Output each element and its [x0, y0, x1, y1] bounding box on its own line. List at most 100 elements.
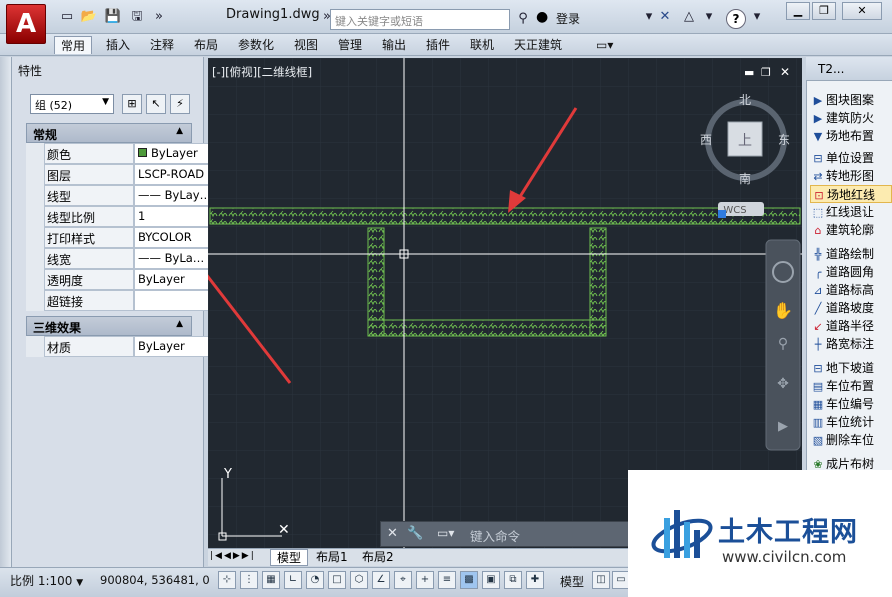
open-file-icon[interactable]: 📂	[80, 8, 98, 26]
tool-item-building-outline[interactable]: ⌂ 建筑轮廓	[810, 221, 892, 239]
minimize-button[interactable]: ▁	[786, 2, 810, 20]
prop-value[interactable]: —— ByLay…	[134, 185, 218, 206]
prop-row-transparency[interactable]: 透明度 ByLayer	[26, 269, 218, 290]
selection-cycling-icon[interactable]: ⧉	[504, 571, 522, 589]
quick-view-layouts-icon[interactable]: ◫	[592, 571, 610, 589]
tab-annotate[interactable]: 注释	[144, 36, 180, 54]
prop-row-color[interactable]: 颜色 ByLayer	[26, 143, 218, 164]
tab-model[interactable]: 模型	[270, 549, 309, 566]
restore-button[interactable]: ❐	[812, 2, 836, 20]
prop-value[interactable]: 1	[134, 206, 218, 227]
tab-home[interactable]: 常用	[54, 36, 93, 54]
section-3d-effects[interactable]: 三维效果 ▲	[26, 316, 192, 336]
tab-online[interactable]: 联机	[464, 36, 500, 54]
tool-item-unit-settings[interactable]: ⊟ 单位设置	[810, 149, 892, 167]
prop-row-material[interactable]: 材质 ByLayer	[26, 336, 218, 357]
tab-scroll-arrows-icon[interactable]: |◀◀▶▶|	[210, 551, 256, 561]
quick-select-icon[interactable]: ⚡	[170, 94, 190, 114]
search-input[interactable]: 键入关键字或短语	[330, 9, 510, 30]
prop-value[interactable]: LSCP-ROAD	[134, 164, 218, 185]
tool-item-road-slope[interactable]: ╱ 道路坡度	[810, 299, 892, 317]
model-space-button[interactable]: 模型	[560, 573, 584, 590]
command-input[interactable]: 键入命令	[470, 526, 520, 545]
tool-item-road-width[interactable]: ┼ 路宽标注	[810, 335, 892, 353]
annotation-scale[interactable]: 比例 1:100 ▼	[10, 572, 83, 589]
viewport-close-icon[interactable]: ✕	[780, 65, 790, 79]
annotation-monitor-icon[interactable]: ✚	[526, 571, 544, 589]
prop-value[interactable]	[134, 290, 218, 311]
close-icon[interactable]: ✕	[387, 526, 398, 541]
lineweight-icon[interactable]: ≡	[438, 571, 456, 589]
tab-output[interactable]: 输出	[376, 36, 412, 54]
tab-layout2[interactable]: 布局2	[356, 549, 400, 566]
quick-properties-icon[interactable]: ▣	[482, 571, 500, 589]
tool-item-convert-terrain[interactable]: ⇄ 转地形图	[810, 167, 892, 185]
user-icon[interactable]: ●	[536, 9, 548, 25]
palette-grip-strip[interactable]	[0, 57, 12, 567]
application-menu-button[interactable]: A	[6, 4, 46, 44]
prop-value[interactable]: ByLayer	[134, 269, 218, 290]
coordinates-readout[interactable]: 900804, 536481, 0	[100, 573, 210, 587]
dynamic-input-icon[interactable]: +	[416, 571, 434, 589]
grid-display-icon[interactable]: ▦	[262, 571, 280, 589]
tool-item-road-elevation[interactable]: ⊿ 道路标高	[810, 281, 892, 299]
tool-item-site-layout[interactable]: ▼ 场地布置	[810, 127, 892, 145]
tool-item-road-radius[interactable]: ↙ 道路半径	[810, 317, 892, 335]
tab-view[interactable]: 视图	[288, 36, 324, 54]
select-objects-icon[interactable]: ↖	[146, 94, 166, 114]
snap-mode-icon[interactable]: ⋮	[240, 571, 258, 589]
prop-value[interactable]: —— ByLa…	[134, 248, 218, 269]
help-dropdown-icon[interactable]: ▾	[748, 8, 766, 26]
tool-item-road-fillet[interactable]: ╭ 道路圆角	[810, 263, 892, 281]
prop-row-lineweight[interactable]: 线宽 —— ByLa…	[26, 248, 218, 269]
help-button[interactable]: ?	[726, 9, 746, 29]
prop-row-hyperlink[interactable]: 超链接	[26, 290, 218, 311]
command-prompt-icon[interactable]: ▭▾	[437, 526, 454, 540]
tool-item-parking-number[interactable]: ▦ 车位编号	[810, 395, 892, 413]
tool-item-delete-parking[interactable]: ▧ 删除车位	[810, 431, 892, 449]
ortho-mode-icon[interactable]: ∟	[284, 571, 302, 589]
viewport-minimize-icon[interactable]: ▬	[744, 66, 754, 79]
dynamic-ucs-icon[interactable]: ⌖	[394, 571, 412, 589]
prop-row-linetype[interactable]: 线型 —— ByLay…	[26, 185, 218, 206]
prop-value[interactable]: ByLayer	[134, 143, 218, 164]
login-button[interactable]: 登录	[556, 10, 580, 27]
wrench-icon[interactable]: 🔧	[407, 526, 423, 541]
3d-osnap-icon[interactable]: ⬡	[350, 571, 368, 589]
tool-item-redline-setback[interactable]: ⬚ 红线退让	[810, 203, 892, 221]
tool-item-parking-count[interactable]: ▥ 车位统计	[810, 413, 892, 431]
tab-tangent-architecture[interactable]: 天正建筑	[508, 36, 568, 54]
ribbon-options-icon[interactable]: ▭▾	[590, 36, 619, 54]
tab-layout[interactable]: 布局	[188, 36, 224, 54]
tab-plugins[interactable]: 插件	[420, 36, 456, 54]
prop-row-layer[interactable]: 图层 LSCP-ROAD	[26, 164, 218, 185]
tool-item-underground-ramp[interactable]: ⊟ 地下坡道	[810, 359, 892, 377]
a360-dropdown-icon[interactable]: ▾	[700, 8, 718, 26]
tool-item-road-draw[interactable]: ╬ 道路绘制	[810, 245, 892, 263]
wcs-grip[interactable]	[718, 210, 726, 218]
close-window-button[interactable]: ✕	[842, 2, 882, 20]
new-file-icon[interactable]: ▭	[58, 8, 76, 26]
prop-row-linetype-scale[interactable]: 线型比例 1	[26, 206, 218, 227]
save-icon[interactable]: 💾	[104, 8, 122, 26]
tab-manage[interactable]: 管理	[332, 36, 368, 54]
tool-item-site-redline[interactable]: ⊡ 场地红线	[810, 185, 892, 203]
toggle-pickadd-icon[interactable]: ⊞	[122, 94, 142, 114]
tab-insert[interactable]: 插入	[100, 36, 136, 54]
exchange-icon[interactable]: ✕	[656, 8, 674, 26]
viewport-controls-label[interactable]: [-][俯视][二维线框]	[212, 64, 312, 80]
transparency-icon[interactable]: ▩	[460, 571, 478, 589]
viewport-restore-icon[interactable]: ❐	[761, 66, 771, 79]
tab-parametric[interactable]: 参数化	[232, 36, 280, 54]
more-tools-icon[interactable]: »	[150, 8, 168, 26]
tool-item-block-pattern[interactable]: ▶ 图块图案	[810, 91, 892, 109]
tool-item-parking-layout[interactable]: ▤ 车位布置	[810, 377, 892, 395]
autodesk-a360-icon[interactable]: △	[680, 8, 698, 26]
prop-value[interactable]: BYCOLOR	[134, 227, 218, 248]
polar-tracking-icon[interactable]: ◔	[306, 571, 324, 589]
prop-value[interactable]: ByLayer	[134, 336, 218, 357]
prop-row-plot-style[interactable]: 打印样式 BYCOLOR	[26, 227, 218, 248]
save-as-icon[interactable]: 🖫	[128, 8, 146, 26]
selection-dropdown[interactable]: 组 (52) ▼	[30, 94, 114, 114]
section-general[interactable]: 常规 ▲	[26, 123, 192, 143]
